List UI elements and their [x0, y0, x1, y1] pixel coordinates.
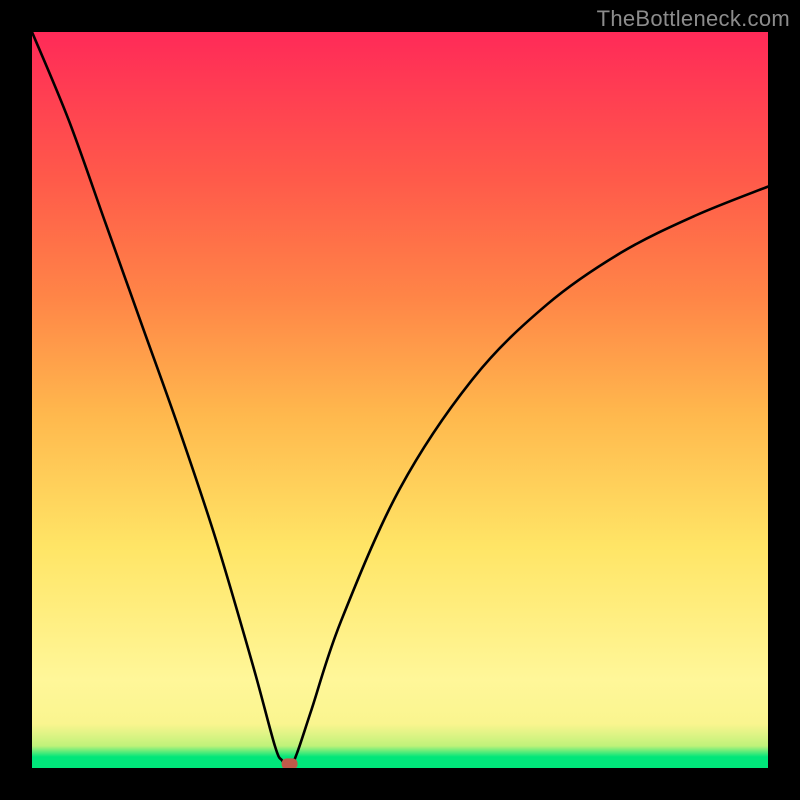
bottleneck-marker: [282, 758, 298, 768]
bottleneck-curve-path: [32, 32, 768, 768]
plot-area: [32, 32, 768, 768]
chart-frame: TheBottleneck.com: [0, 0, 800, 800]
curve-svg: [32, 32, 768, 768]
watermark-text: TheBottleneck.com: [597, 6, 790, 32]
